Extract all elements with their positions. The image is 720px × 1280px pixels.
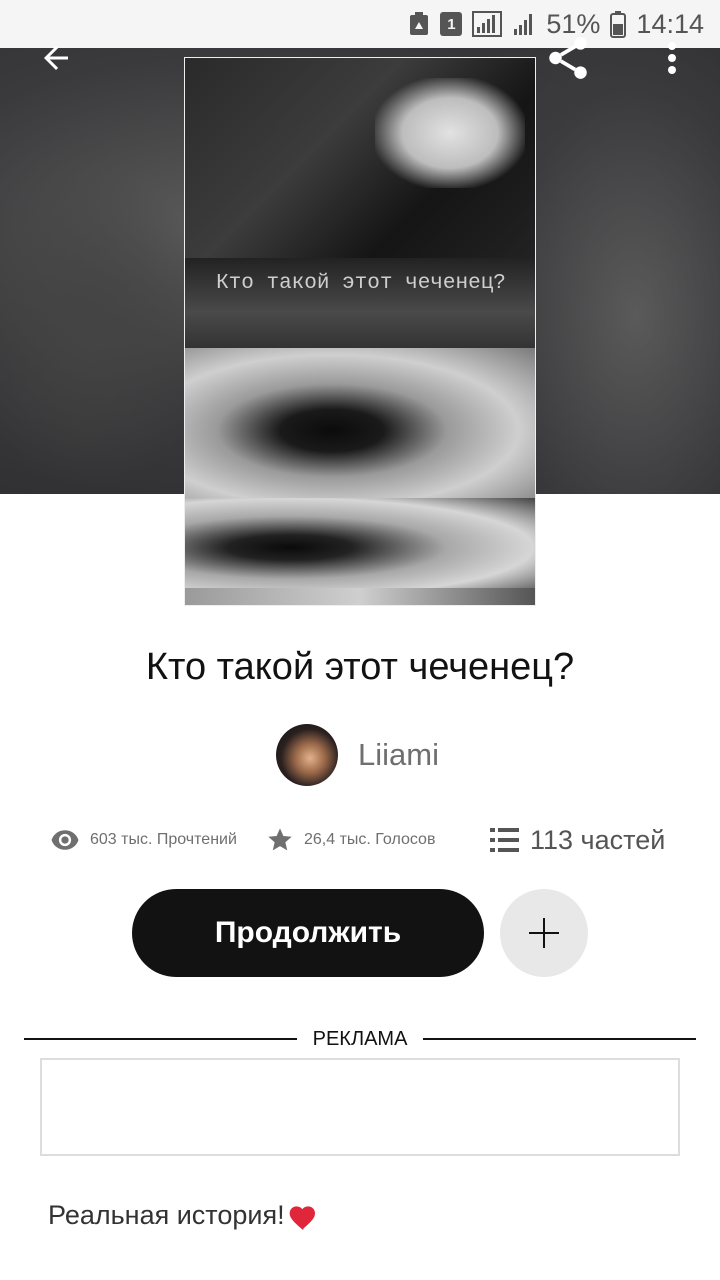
add-to-library-button[interactable] <box>500 889 588 977</box>
story-description: Реальная история! <box>48 1200 319 1231</box>
cover-art-eye-1 <box>185 348 535 498</box>
heart-icon <box>287 1202 319 1230</box>
ad-placeholder[interactable] <box>40 1058 680 1156</box>
cover-art-hand <box>375 78 525 188</box>
book-title: Кто такой этот чеченец? <box>145 646 575 688</box>
ad-divider: РЕКЛАМА <box>24 1026 697 1052</box>
battery-icon <box>610 10 627 38</box>
continue-reading-button[interactable]: Продолжить <box>132 889 484 977</box>
author-name: Liiami <box>358 737 439 772</box>
back-button[interactable] <box>28 30 84 86</box>
cover-art-eye-2 <box>185 498 535 588</box>
cover-art-bottom <box>185 588 535 605</box>
list-icon <box>490 828 519 852</box>
votes-count: 26,4 тыс. Голосов <box>304 831 436 848</box>
reads-count: 603 тыс. Прочтений <box>90 831 237 848</box>
story-stats: 603 тыс. Прочтений 26,4 тыс. Голосов 113… <box>50 818 690 862</box>
arrow-left-icon <box>44 46 68 70</box>
divider-line <box>24 1038 297 1040</box>
divider-line <box>423 1038 697 1040</box>
plus-icon <box>529 918 559 948</box>
sim-1-icon: 1 <box>440 12 463 36</box>
star-icon <box>268 828 292 851</box>
book-cover[interactable]: Кто такой этот чеченец? <box>184 57 536 606</box>
share-button[interactable] <box>540 30 596 86</box>
eye-icon <box>51 830 79 850</box>
author-link[interactable]: Liiami <box>276 724 439 786</box>
avatar <box>276 724 338 786</box>
share-icon <box>549 37 587 79</box>
description-text: Реальная история! <box>48 1200 285 1230</box>
cover-text: Кто такой этот чеченец? <box>216 272 506 295</box>
signal-icon-2 <box>512 11 536 37</box>
reads-stat: 603 тыс. Прочтений <box>50 829 237 851</box>
parts-stat: 113 частей <box>490 825 665 856</box>
parts-count: 113 частей <box>530 824 666 855</box>
ad-label: РЕКЛАМА <box>312 1027 408 1050</box>
status-bar: 1 51% 14:14 <box>0 0 720 48</box>
more-vertical-icon <box>668 42 676 74</box>
more-options-button[interactable] <box>644 30 700 86</box>
signal-icon <box>472 11 503 37</box>
story-details-screen: 1 51% 14:14 Кто такой этот чеченец? Кто … <box>0 0 720 1280</box>
votes-stat: 26,4 тыс. Голосов <box>266 826 435 854</box>
recycle-icon <box>408 11 430 37</box>
